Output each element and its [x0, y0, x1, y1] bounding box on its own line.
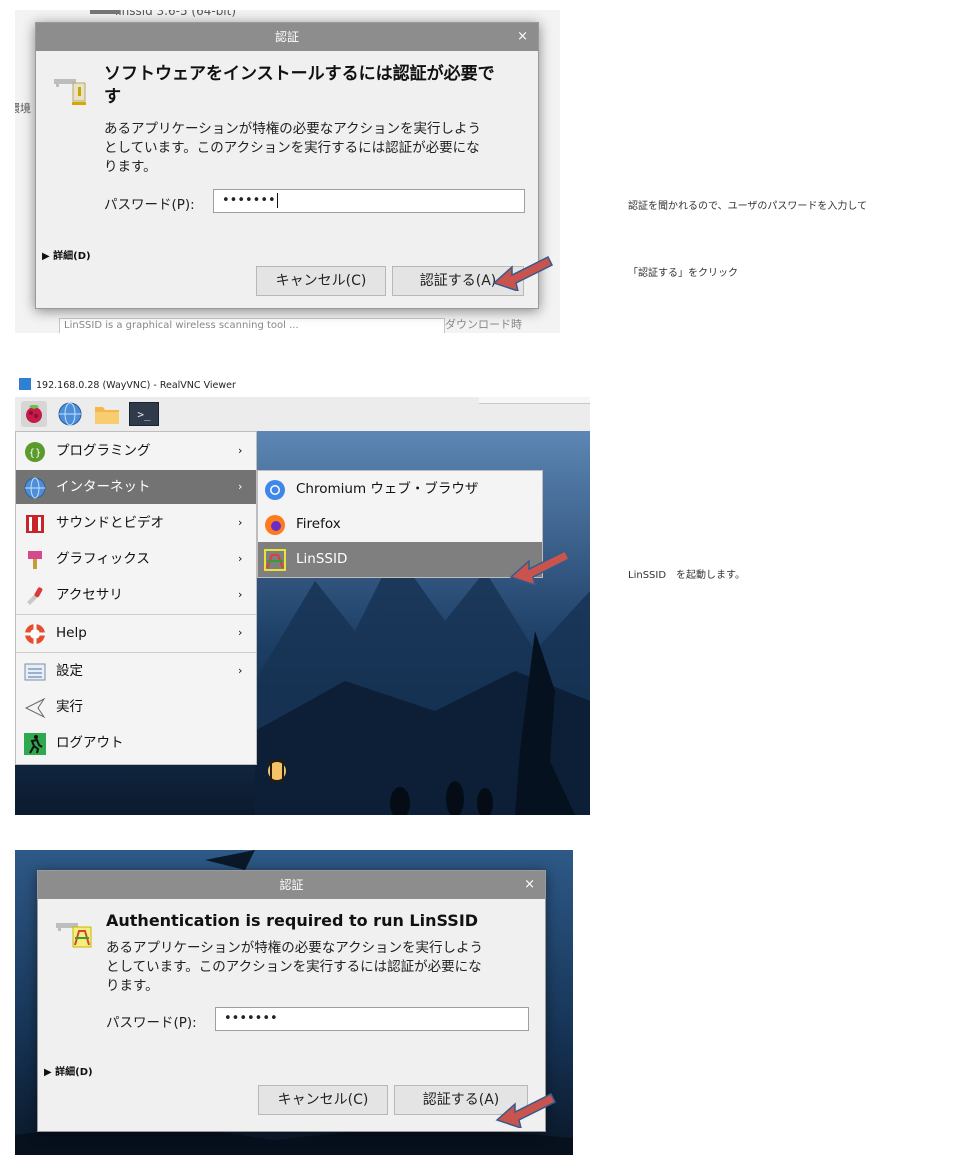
- linssid-icon: [264, 549, 286, 571]
- dialog-heading: Authentication is required to run LinSSI…: [106, 911, 479, 930]
- vnc-window-title: 192.168.0.28 (WayVNC) - RealVNC Viewer: [36, 380, 236, 391]
- dialog-heading-line2: す: [104, 87, 121, 107]
- programming-icon: {}: [25, 442, 45, 462]
- screenshot-linssid-auth: 認証 × Authentication is required to run L…: [15, 850, 573, 1155]
- chevron-right-icon: ›: [238, 516, 243, 529]
- screenshot-vnc-menu: 192.168.0.28 (WayVNC) - RealVNC Viewer >…: [15, 375, 590, 815]
- menu-item-sound-video[interactable]: サウンドとビデオ ›: [16, 506, 256, 540]
- submenu-item-chromium[interactable]: Chromium ウェブ・ブラウザ: [258, 472, 542, 507]
- dialog-titlebar: 認証 ×: [38, 871, 545, 899]
- menu-separator: [16, 652, 256, 653]
- chromium-icon: [265, 480, 285, 500]
- submenu-item-firefox[interactable]: Firefox: [258, 507, 542, 542]
- screenshot-install-auth: linssid 3.6-5 (64-bit) 環境 LinSSID is a g…: [15, 10, 560, 333]
- raspberry-menu-icon[interactable]: [21, 401, 47, 427]
- taskbar: >_: [15, 397, 590, 431]
- dialog-body-line1: あるアプリケーションが特権の必要なアクションを実行しよう: [106, 940, 484, 956]
- realvnc-icon: [19, 378, 31, 390]
- caption-enter-password: 認証を聞かれるので、ユーザのパスワードを入力して: [628, 201, 868, 212]
- firefox-icon: [265, 515, 285, 535]
- cancel-button[interactable]: キャンセル(C): [256, 266, 386, 296]
- sound-video-icon: [26, 515, 44, 533]
- pointer-arrow-icon: [509, 549, 571, 585]
- menu-item-logout[interactable]: ログアウト: [16, 726, 256, 760]
- password-label: パスワード(P):: [104, 197, 195, 213]
- graphics-icon: [28, 551, 42, 569]
- password-value: •••••••: [224, 1011, 278, 1026]
- dialog-title: 認証: [274, 30, 299, 44]
- accessories-icon: [27, 587, 43, 605]
- password-input[interactable]: •••••••: [213, 189, 525, 213]
- auth-dialog: 認証 × Authentication is required to run L…: [37, 870, 546, 1132]
- taskbar-field: [479, 397, 590, 404]
- dialog-body-line2: としています。このアクションを実行するには認証が必要にな: [106, 959, 482, 975]
- details-expander[interactable]: ▶ 詳細(D): [42, 247, 91, 262]
- dialog-heading-line1: ソフトウェアをインストールするには認証が必要で: [104, 64, 495, 84]
- run-icon: [24, 697, 46, 719]
- behind-download-text: ダウンロード時: [445, 318, 522, 331]
- close-icon[interactable]: ×: [524, 871, 535, 899]
- application-menu: {} プログラミング › インターネット › サウンドとビデオ › グラフィック…: [15, 431, 257, 765]
- menu-item-programming[interactable]: {} プログラミング ›: [16, 434, 256, 468]
- pointer-arrow-icon: [495, 1092, 557, 1128]
- password-value: •••••••: [222, 193, 276, 208]
- menu-separator: [16, 614, 256, 615]
- password-label: パスワード(P):: [106, 1015, 197, 1031]
- dialog-body-line1: あるアプリケーションが特権の必要なアクションを実行しよう: [104, 121, 482, 137]
- internet-submenu: Chromium ウェブ・ブラウザ Firefox LinSSID: [257, 470, 543, 578]
- behind-icon: [90, 10, 120, 14]
- menu-item-graphics[interactable]: グラフィックス ›: [16, 542, 256, 576]
- menu-item-internet[interactable]: インターネット ›: [16, 470, 256, 504]
- help-lifebuoy-icon: [25, 624, 45, 644]
- key-lock-icon: [54, 79, 86, 105]
- chevron-right-icon: ›: [238, 480, 243, 493]
- behind-package-text: linssid 3.6-5 (64-bit): [115, 10, 237, 18]
- file-manager-icon[interactable]: [93, 401, 121, 427]
- menu-item-run[interactable]: 実行: [16, 690, 256, 724]
- submenu-item-linssid[interactable]: LinSSID: [258, 542, 542, 577]
- caption-launch-linssid: LinSSID を起動します。: [628, 570, 746, 581]
- details-expander[interactable]: ▶ 詳細(D): [44, 1063, 93, 1078]
- caption-click-authenticate: 「認証する」をクリック: [628, 268, 738, 279]
- internet-globe-icon: [24, 477, 46, 499]
- chevron-right-icon: ›: [238, 626, 243, 639]
- terminal-icon[interactable]: >_: [129, 402, 159, 426]
- menu-item-settings[interactable]: 設定 ›: [16, 654, 256, 688]
- logout-icon: [24, 733, 46, 755]
- close-icon[interactable]: ×: [517, 23, 528, 51]
- dialog-titlebar: 認証 ×: [36, 23, 538, 51]
- behind-description: LinSSID is a graphical wireless scanning…: [59, 318, 445, 333]
- auth-dialog: 認証 × ソフトウェアをインストールするには認証が必要で す あるアプリケーショ…: [35, 22, 539, 309]
- chevron-right-icon: ›: [238, 664, 243, 677]
- pointer-arrow-icon: [492, 255, 554, 291]
- dialog-body-line3: ります。: [106, 978, 159, 994]
- vnc-window-titlebar: 192.168.0.28 (WayVNC) - RealVNC Viewer: [15, 375, 590, 398]
- dialog-body-line2: としています。このアクションを実行するには認証が必要にな: [104, 140, 480, 156]
- password-input[interactable]: •••••••: [215, 1007, 529, 1031]
- dialog-body-line3: ります。: [104, 159, 157, 175]
- chevron-right-icon: ›: [238, 588, 243, 601]
- chevron-right-icon: ›: [238, 552, 243, 565]
- menu-item-accessories[interactable]: アクセサリ ›: [16, 578, 256, 612]
- settings-icon: [24, 663, 46, 681]
- chevron-right-icon: ›: [238, 444, 243, 457]
- browser-globe-icon[interactable]: [57, 401, 83, 427]
- behind-side-text: 環境: [15, 102, 31, 115]
- cancel-button[interactable]: キャンセル(C): [258, 1085, 388, 1115]
- key-linssid-icon: [56, 923, 92, 948]
- svg-text:{}: {}: [29, 448, 42, 459]
- dialog-title: 認証: [279, 878, 304, 892]
- menu-item-help[interactable]: Help ›: [16, 616, 256, 650]
